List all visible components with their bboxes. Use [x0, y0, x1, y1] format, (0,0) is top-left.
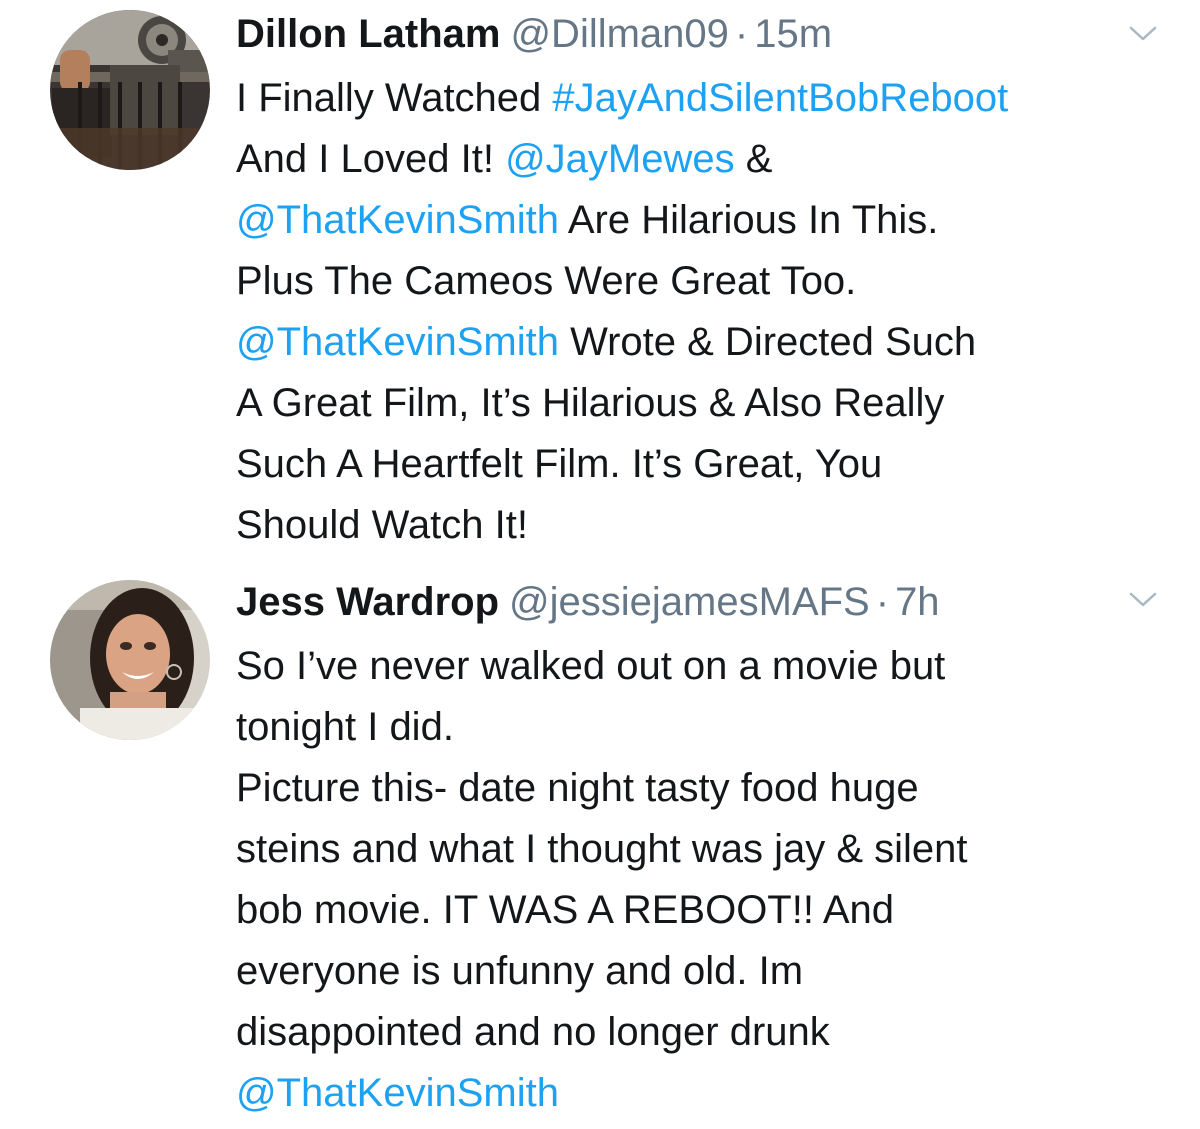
text-segment: &	[734, 137, 773, 181]
text-segment: everyone is unfunny and old. Im	[236, 949, 804, 993]
timestamp[interactable]: 15m	[754, 12, 832, 56]
text-line: steins and what I thought was jay & sile…	[236, 819, 1176, 880]
separator-dot: ·	[734, 12, 749, 56]
display-name[interactable]: Jess Wardrop	[236, 580, 499, 624]
text-line: @ThatKevinSmith Are Hilarious In This.	[236, 190, 1176, 251]
text-line: Plus The Cameos Were Great Too.	[236, 251, 1176, 312]
text-line: tonight I did.	[236, 697, 1176, 758]
tweet-header: Jess Wardrop @jessiejamesMAFS · 7h	[236, 568, 1176, 636]
text-segment: I Finally Watched	[236, 76, 553, 120]
text-line: Should Watch It!	[236, 495, 1176, 556]
text-segment: A Great Film, It’s Hilarious & Also Real…	[236, 381, 945, 425]
text-line: @ThatKevinSmith Wrote & Directed Such	[236, 312, 1176, 373]
text-segment: And I Loved It!	[236, 137, 506, 181]
text-segment: Wrote & Directed Such	[558, 320, 977, 364]
text-segment: Such A Heartfelt Film. It’s Great, You	[236, 442, 883, 486]
avatar-photo	[50, 580, 210, 740]
text-segment: steins and what I thought was jay & sile…	[236, 827, 968, 871]
avatar[interactable]	[50, 580, 210, 740]
text-segment: Picture this- date night tasty food huge	[236, 766, 919, 810]
hashtag-link[interactable]: #JayAndSilentBobReboot	[552, 76, 1008, 120]
text-segment: disappointed and no longer drunk	[236, 1010, 830, 1054]
text-line: So I’ve never walked out on a movie but	[236, 636, 1176, 697]
tweet-header: Dillon Latham @Dillman09 · 15m	[236, 0, 1176, 68]
tweet[interactable]: Dillon Latham @Dillman09 · 15m I Finally Wa…	[0, 0, 1200, 568]
mention-link[interactable]: @ThatKevinSmith	[236, 320, 559, 364]
text-segment: Should Watch It!	[236, 503, 528, 547]
text-segment: tonight I did.	[236, 705, 454, 749]
text-line: @ThatKevinSmith	[236, 1063, 1176, 1124]
text-segment: So I’ve never walked out on a movie but	[236, 644, 946, 688]
text-line: And I Loved It! @JayMewes &	[236, 129, 1176, 190]
text-segment: bob movie. IT WAS A REBOOT!! And	[236, 888, 895, 932]
chevron-down-icon[interactable]	[1128, 590, 1158, 610]
text-line: disappointed and no longer drunk	[236, 1002, 1176, 1063]
text-line: A Great Film, It’s Hilarious & Also Real…	[236, 373, 1176, 434]
tweet-content: Jess Wardrop @jessiejamesMAFS · 7h So I’ve …	[236, 568, 1176, 1124]
display-name[interactable]: Dillon Latham	[236, 12, 500, 56]
avatar[interactable]	[50, 10, 210, 170]
handle[interactable]: @Dillman09	[510, 12, 728, 56]
text-line: Such A Heartfelt Film. It’s Great, You	[236, 434, 1176, 495]
text-line: everyone is unfunny and old. Im	[236, 941, 1176, 1002]
tweet-text: So I’ve never walked out on a movie but t…	[236, 636, 1176, 1124]
handle[interactable]: @jessiejamesMAFS	[509, 580, 870, 624]
text-line: bob movie. IT WAS A REBOOT!! And	[236, 880, 1176, 941]
text-segment: Are Hilarious In This.	[558, 198, 939, 242]
chevron-down-icon[interactable]	[1128, 24, 1158, 44]
tweet[interactable]: Jess Wardrop @jessiejamesMAFS · 7h So I’ve …	[0, 568, 1200, 1129]
text-line: Picture this- date night tasty food huge	[236, 758, 1176, 819]
separator-dot: ·	[875, 580, 890, 624]
text-segment: Plus The Cameos Were Great Too.	[236, 259, 857, 303]
tweet-content: Dillon Latham @Dillman09 · 15m I Finally Wa…	[236, 0, 1176, 556]
mention-link[interactable]: @ThatKevinSmith	[236, 198, 559, 242]
timestamp[interactable]: 7h	[895, 580, 940, 624]
text-line: I Finally Watched #JayAndSilentBobReboot	[236, 68, 1176, 129]
avatar-photo	[50, 10, 210, 170]
mention-link[interactable]: @ThatKevinSmith	[236, 1071, 559, 1115]
tweet-text: I Finally Watched #JayAndSilentBobReboot…	[236, 68, 1176, 556]
mention-link[interactable]: @JayMewes	[505, 137, 735, 181]
